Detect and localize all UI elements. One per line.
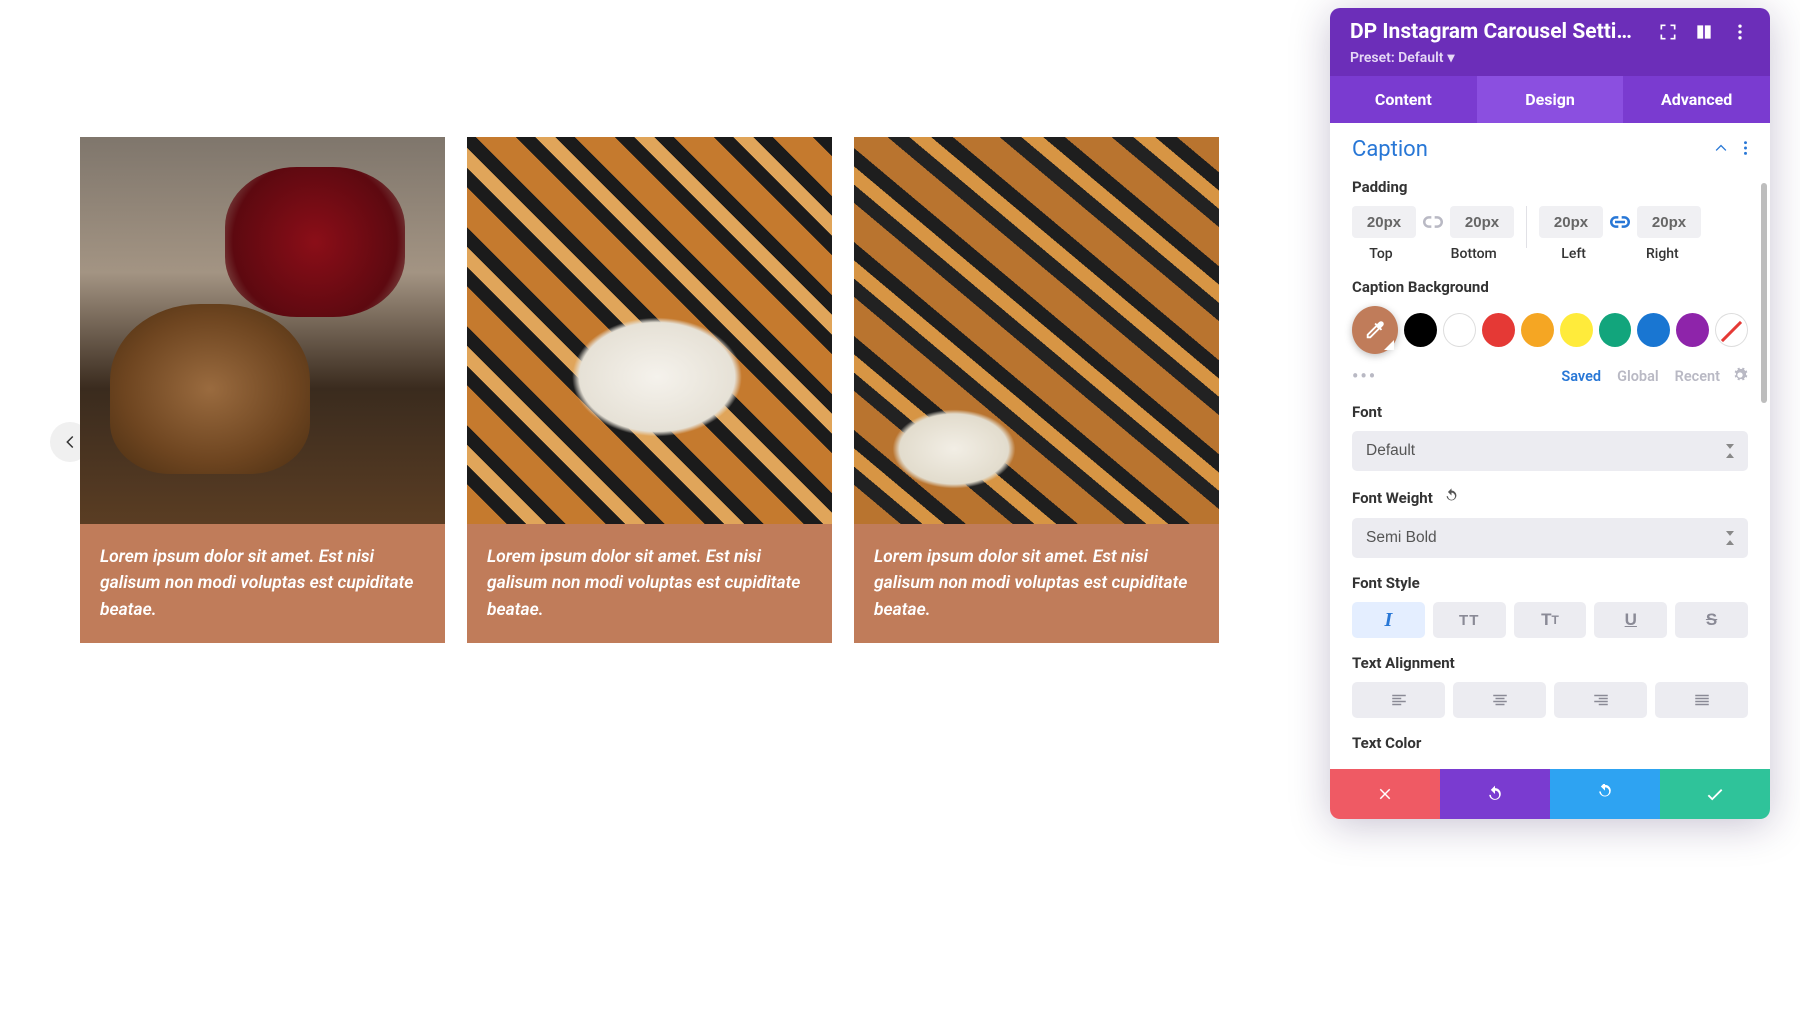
undo-button[interactable] xyxy=(1440,769,1550,819)
close-icon xyxy=(1376,785,1394,803)
tab-design[interactable]: Design xyxy=(1477,76,1624,123)
undo-icon xyxy=(1485,784,1505,804)
padding-bottom-input[interactable] xyxy=(1450,206,1514,238)
panel-body[interactable]: Caption Padding Top Bottom xyxy=(1330,123,1770,769)
strikethrough-button[interactable]: S xyxy=(1675,602,1748,638)
text-align-buttons xyxy=(1352,682,1748,718)
color-picker-button[interactable] xyxy=(1352,306,1398,354)
chevron-left-icon xyxy=(61,433,79,451)
padding-right-sub: Right xyxy=(1646,246,1679,262)
caret-down-icon: ▾ xyxy=(1447,50,1454,66)
color-swatch[interactable] xyxy=(1637,313,1670,347)
panel-footer xyxy=(1330,769,1770,819)
carousel-caption: Lorem ipsum dolor sit amet. Est nisi gal… xyxy=(854,524,1219,643)
carousel-image xyxy=(854,137,1219,524)
carousel: Lorem ipsum dolor sit amet. Est nisi gal… xyxy=(80,137,1330,644)
divider xyxy=(1526,206,1527,248)
settings-panel: DP Instagram Carousel Setti… Preset: Def… xyxy=(1330,8,1770,819)
smallcaps-button[interactable]: TT xyxy=(1514,602,1587,638)
palette-saved-tab[interactable]: Saved xyxy=(1561,368,1601,385)
eyedropper-icon xyxy=(1364,319,1386,341)
text-align-label: Text Alignment xyxy=(1352,654,1748,672)
font-weight-select[interactable] xyxy=(1352,518,1748,558)
preset-label: Preset: Default xyxy=(1350,50,1443,66)
padding-left-input[interactable] xyxy=(1539,206,1603,238)
panel-header: DP Instagram Carousel Setti… Preset: Def… xyxy=(1330,8,1770,76)
chevron-up-icon[interactable] xyxy=(1713,140,1729,160)
palette-global-tab[interactable]: Global xyxy=(1617,368,1659,385)
text-color-label: Text Color xyxy=(1352,734,1748,752)
padding-bottom-sub: Bottom xyxy=(1451,246,1497,262)
redo-icon xyxy=(1595,784,1615,804)
more-icon[interactable]: ••• xyxy=(1352,366,1377,387)
align-justify-button[interactable] xyxy=(1655,682,1748,718)
tab-advanced[interactable]: Advanced xyxy=(1623,76,1770,123)
link-icon[interactable] xyxy=(1420,206,1446,238)
link-icon[interactable] xyxy=(1607,206,1633,238)
carousel-track[interactable]: Lorem ipsum dolor sit amet. Est nisi gal… xyxy=(80,137,1330,643)
carousel-card: Lorem ipsum dolor sit amet. Est nisi gal… xyxy=(467,137,832,643)
padding-right-input[interactable] xyxy=(1637,206,1701,238)
kebab-icon[interactable] xyxy=(1743,140,1748,160)
padding-top-input[interactable] xyxy=(1352,206,1416,238)
font-weight-label: Font Weight xyxy=(1352,487,1748,508)
padding-left-sub: Left xyxy=(1561,246,1586,262)
color-swatch[interactable] xyxy=(1404,313,1437,347)
italic-button[interactable]: I xyxy=(1352,602,1425,638)
color-swatch[interactable] xyxy=(1676,313,1709,347)
panel-title: DP Instagram Carousel Setti… xyxy=(1350,20,1642,44)
color-swatch[interactable] xyxy=(1599,313,1632,347)
caption-bg-label: Caption Background xyxy=(1352,278,1748,296)
align-center-button[interactable] xyxy=(1453,682,1546,718)
align-left-button[interactable] xyxy=(1352,682,1445,718)
color-swatch[interactable] xyxy=(1560,313,1593,347)
carousel-image xyxy=(80,137,445,524)
color-swatch[interactable] xyxy=(1521,313,1554,347)
palette-recent-tab[interactable]: Recent xyxy=(1675,368,1720,385)
carousel-card: Lorem ipsum dolor sit amet. Est nisi gal… xyxy=(80,137,445,643)
color-swatches xyxy=(1352,306,1748,354)
expand-icon[interactable] xyxy=(1658,22,1678,42)
save-button[interactable] xyxy=(1660,769,1770,819)
tab-content[interactable]: Content xyxy=(1330,76,1477,123)
carousel-image xyxy=(467,137,832,524)
palette-meta: ••• Saved Global Recent xyxy=(1352,366,1748,387)
color-swatch-none[interactable] xyxy=(1715,313,1748,347)
section-title[interactable]: Caption xyxy=(1352,137,1428,162)
color-swatch[interactable] xyxy=(1443,313,1476,347)
font-style-buttons: I TT TT U S xyxy=(1352,602,1748,638)
uppercase-button[interactable]: TT xyxy=(1433,602,1506,638)
redo-button[interactable] xyxy=(1550,769,1660,819)
reset-icon[interactable] xyxy=(1443,487,1460,508)
cancel-button[interactable] xyxy=(1330,769,1440,819)
font-style-label: Font Style xyxy=(1352,574,1748,592)
color-swatch[interactable] xyxy=(1482,313,1515,347)
columns-icon[interactable] xyxy=(1694,22,1714,42)
kebab-icon[interactable] xyxy=(1730,22,1750,42)
font-select[interactable] xyxy=(1352,431,1748,471)
padding-label: Padding xyxy=(1352,178,1748,196)
padding-controls: Top Bottom Left Right xyxy=(1352,206,1748,262)
carousel-card: Lorem ipsum dolor sit amet. Est nisi gal… xyxy=(854,137,1219,643)
tabs: Content Design Advanced xyxy=(1330,76,1770,123)
align-right-button[interactable] xyxy=(1554,682,1647,718)
padding-top-sub: Top xyxy=(1369,246,1392,262)
check-icon xyxy=(1704,783,1726,805)
font-label: Font xyxy=(1352,403,1748,421)
preset-dropdown[interactable]: Preset: Default ▾ xyxy=(1350,50,1750,66)
underline-button[interactable]: U xyxy=(1594,602,1667,638)
carousel-caption: Lorem ipsum dolor sit amet. Est nisi gal… xyxy=(467,524,832,643)
carousel-caption: Lorem ipsum dolor sit amet. Est nisi gal… xyxy=(80,524,445,643)
gear-icon[interactable] xyxy=(1732,367,1748,387)
